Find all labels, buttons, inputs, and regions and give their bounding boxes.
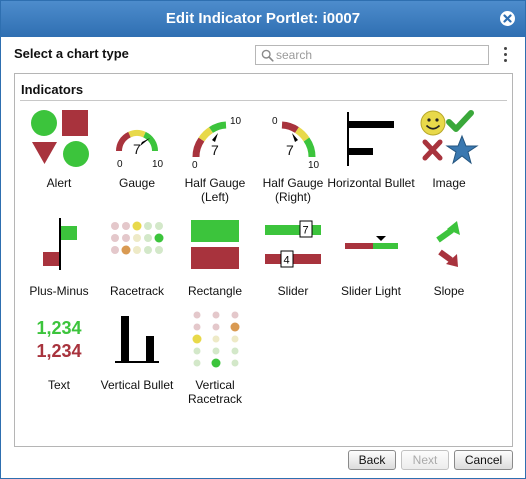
chart-type-label: Gauge: [118, 176, 156, 190]
indicators-panel: Indicators Alert 0 7 10 Gauge 0 7 10 Hal…: [14, 73, 513, 447]
more-options-icon[interactable]: [502, 46, 508, 64]
indicators-heading: Indicators: [21, 82, 84, 97]
chart-type-label: Slope: [433, 284, 465, 298]
search-box[interactable]: [255, 45, 489, 65]
next-button[interactable]: Next: [401, 450, 449, 470]
chart-type-label: Image: [432, 176, 466, 190]
edit-indicator-dialog: Edit Indicator Portlet: i0007 Select a c…: [0, 0, 526, 479]
chart-type-label: Alert: [46, 176, 72, 190]
chart-type-label: Plus-Minus: [29, 284, 89, 298]
chart-type-slope[interactable]: Slope: [411, 216, 487, 316]
chart-type-slider[interactable]: 7 4 Slider: [255, 216, 331, 316]
title-bar: Edit Indicator Portlet: i0007: [1, 1, 525, 37]
slider-light-thumbnail: [345, 236, 398, 249]
chart-type-label: Slider Light: [340, 284, 402, 298]
chart-type-label: Vertical Racetrack: [187, 378, 243, 406]
text-bottom-value: 1,234: [36, 341, 81, 361]
half-gauge-left-min: 0: [192, 160, 198, 170]
chart-type-label: Text: [47, 378, 70, 392]
close-icon[interactable]: [500, 11, 515, 26]
cancel-button[interactable]: Cancel: [454, 450, 513, 470]
chart-type-half-gauge-right[interactable]: 0 7 10 Half Gauge (Right): [255, 108, 331, 208]
search-icon: [261, 49, 274, 62]
select-chart-type-label: Select a chart type: [14, 46, 129, 61]
search-input[interactable]: [276, 47, 481, 63]
half-gauge-right-max: 10: [308, 160, 320, 170]
back-button[interactable]: Back: [348, 450, 396, 470]
chart-type-label: Racetrack: [109, 284, 165, 298]
text-thumbnail: 1,234 1,234: [36, 318, 81, 361]
chart-type-label: Half Gauge (Left): [184, 176, 246, 204]
gauge-max: 10: [152, 159, 164, 170]
gauge-value: 7: [133, 141, 141, 157]
half-gauge-left-max: 10: [230, 116, 242, 127]
vertical-bullet-thumbnail: [115, 316, 159, 363]
chart-type-label: Slider: [277, 284, 309, 298]
gauge-thumbnail: 0 7 10: [115, 130, 164, 170]
chart-type-label: Horizontal Bullet: [327, 176, 415, 190]
chart-type-text[interactable]: 1,234 1,234 Text: [21, 310, 97, 410]
alert-thumbnail: [31, 110, 89, 167]
chart-type-racetrack[interactable]: Racetrack: [99, 216, 175, 316]
chart-type-slider-light[interactable]: Slider Light: [333, 216, 409, 316]
dialog-title: Edit Indicator Portlet: i0007: [165, 10, 361, 27]
chart-type-vertical-bullet[interactable]: Vertical Bullet: [99, 310, 175, 410]
chart-type-image[interactable]: Image: [411, 108, 487, 208]
slider-bottom-value: 4: [284, 255, 290, 267]
slope-thumbnail: [436, 221, 460, 267]
chart-type-gauge[interactable]: 0 7 10 Gauge: [99, 108, 175, 208]
chart-type-label: Vertical Bullet: [100, 378, 174, 392]
half-gauge-right-thumbnail: 0 7 10: [272, 116, 320, 170]
half-gauge-left-value: 7: [211, 142, 219, 158]
half-gauge-right-value: 7: [286, 142, 294, 158]
chart-type-horizontal-bullet[interactable]: Horizontal Bullet: [327, 108, 415, 208]
chart-type-alert[interactable]: Alert: [21, 108, 97, 208]
chart-type-label: Rectangle: [187, 284, 243, 298]
horizontal-bullet-thumbnail: [347, 112, 394, 166]
image-thumbnail: [420, 110, 479, 165]
half-gauge-left-thumbnail: 0 7 10: [192, 116, 242, 170]
text-top-value: 1,234: [36, 318, 81, 338]
half-gauge-right-min: 0: [272, 116, 278, 127]
slider-top-value: 7: [303, 225, 309, 237]
rectangle-thumbnail: [191, 220, 239, 269]
slider-thumbnail: 7 4: [265, 220, 321, 268]
chart-type-label: Half Gauge (Right): [262, 176, 324, 204]
chart-type-vertical-racetrack[interactable]: Vertical Racetrack: [177, 310, 253, 410]
heading-divider: [20, 100, 507, 101]
gauge-min: 0: [117, 159, 123, 170]
vertical-racetrack-thumbnail: [192, 311, 240, 368]
racetrack-thumbnail: [111, 221, 164, 255]
plus-minus-thumbnail: [43, 218, 77, 270]
chart-type-rectangle[interactable]: Rectangle: [177, 216, 253, 316]
chart-type-plus-minus[interactable]: Plus-Minus: [21, 216, 97, 316]
chart-type-half-gauge-left[interactable]: 0 7 10 Half Gauge (Left): [177, 108, 253, 208]
